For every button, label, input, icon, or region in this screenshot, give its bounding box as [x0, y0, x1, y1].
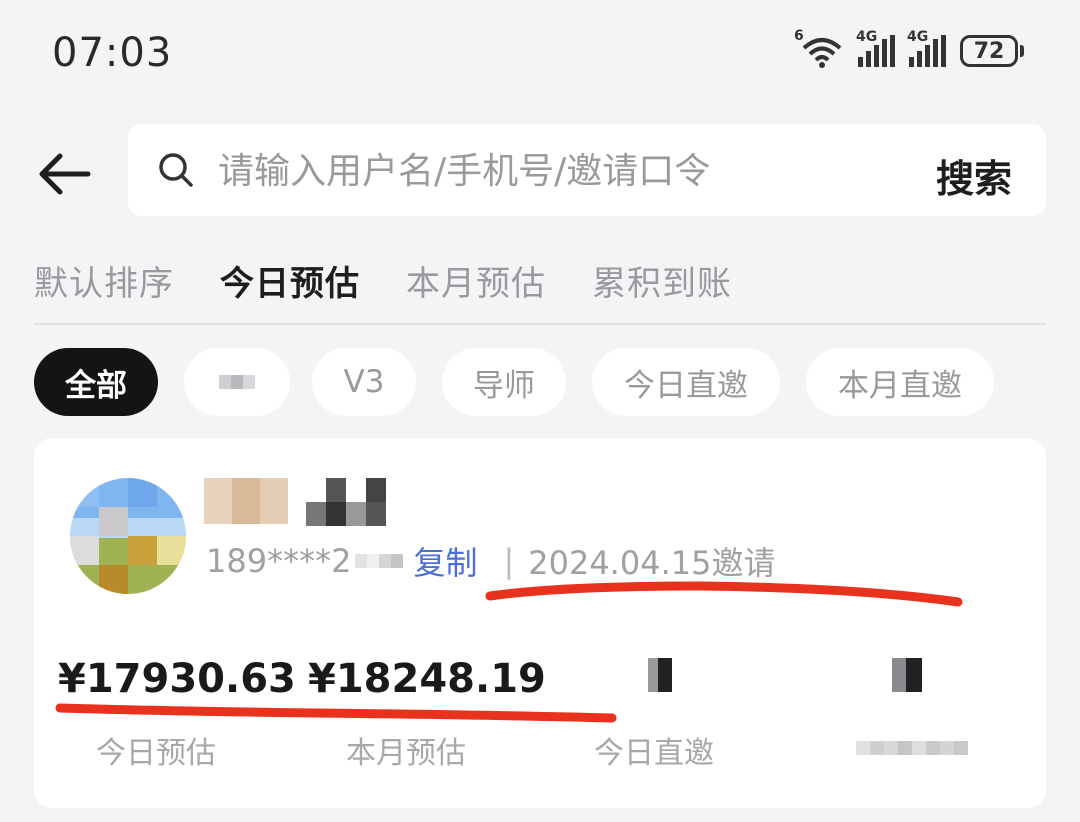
chip-all[interactable]: 全部 [34, 348, 158, 416]
tab-accumulated[interactable]: 累积到账 [592, 256, 732, 305]
status-icons: 6 4G 4G 72 [794, 28, 1024, 68]
tab-today-estimate[interactable]: 今日预估 [220, 256, 360, 305]
chip-v3[interactable]: V3 [312, 348, 416, 416]
status-time: 07:03 [52, 30, 173, 76]
chip-redacted[interactable] [184, 348, 290, 416]
stat-value: ¥18248.19 [308, 656, 546, 702]
chip-today-direct-label: 今日直邀 [624, 367, 748, 404]
stat-value-redacted [856, 656, 1080, 704]
chip-v3-label: V3 [343, 364, 385, 400]
chip-mentor-label: 导师 [473, 367, 535, 404]
stat-today-direct: 今日直邀 [594, 656, 824, 772]
member-card[interactable]: 189****2 复制 | 2024.04.15邀请 ¥17930.63 今日预… [34, 438, 1046, 808]
stat-redacted [856, 656, 1080, 763]
redacted-block [204, 478, 288, 526]
redacted-mosaic [355, 554, 404, 568]
avatar [70, 478, 186, 594]
stat-today-estimate: ¥17930.63 今日预估 [58, 656, 296, 772]
battery-icon: 72 [960, 35, 1024, 67]
stat-label: 本月预估 [346, 736, 466, 771]
search-icon [158, 152, 194, 188]
stat-label: 今日预估 [96, 736, 216, 771]
wifi-tag: 6 [794, 28, 804, 44]
sim1-tag: 4G [856, 29, 878, 45]
separator: | [503, 542, 515, 580]
chip-month-direct[interactable]: 本月直邀 [806, 348, 994, 416]
battery-level: 72 [960, 35, 1018, 67]
chip-mentor[interactable]: 导师 [442, 348, 566, 416]
member-info-row: 189****2 复制 | 2024.04.15邀请 [206, 538, 775, 584]
search-button[interactable]: 搜索 [936, 148, 1012, 203]
redacted-mosaic [219, 375, 255, 389]
copy-link[interactable]: 复制 [413, 538, 477, 584]
stat-value: ¥17930.63 [58, 656, 296, 702]
chip-today-direct[interactable]: 今日直邀 [592, 348, 780, 416]
tab-month-estimate[interactable]: 本月预估 [406, 256, 546, 305]
chip-month-direct-label: 本月直邀 [838, 367, 962, 404]
back-arrow-icon[interactable] [34, 144, 94, 204]
tab-default-sort[interactable]: 默认排序 [34, 256, 174, 305]
search-bar: 搜索 [128, 124, 1046, 216]
divider [34, 323, 1046, 325]
chip-all-label: 全部 [65, 367, 127, 404]
redacted-block [306, 478, 386, 526]
phone-number: 189****2 [206, 542, 352, 580]
sim2-tag: 4G [907, 29, 929, 45]
member-name-redacted [204, 478, 386, 526]
invite-date: 2024.04.15邀请 [528, 544, 776, 582]
status-bar: 07:03 6 4G 4G 72 [0, 0, 1080, 110]
signal-sim2-icon: 4G [907, 29, 946, 67]
wifi-icon: 6 [794, 28, 844, 68]
stat-value-redacted [594, 656, 824, 704]
sort-tabs: 默认排序 今日预估 本月预估 累积到账 [34, 256, 732, 305]
stat-month-estimate: ¥18248.19 本月预估 [308, 656, 546, 772]
search-input[interactable] [216, 144, 900, 198]
stat-label: 今日直邀 [594, 736, 714, 771]
stat-label-redacted [856, 728, 1080, 763]
signal-sim1-icon: 4G [856, 29, 895, 67]
